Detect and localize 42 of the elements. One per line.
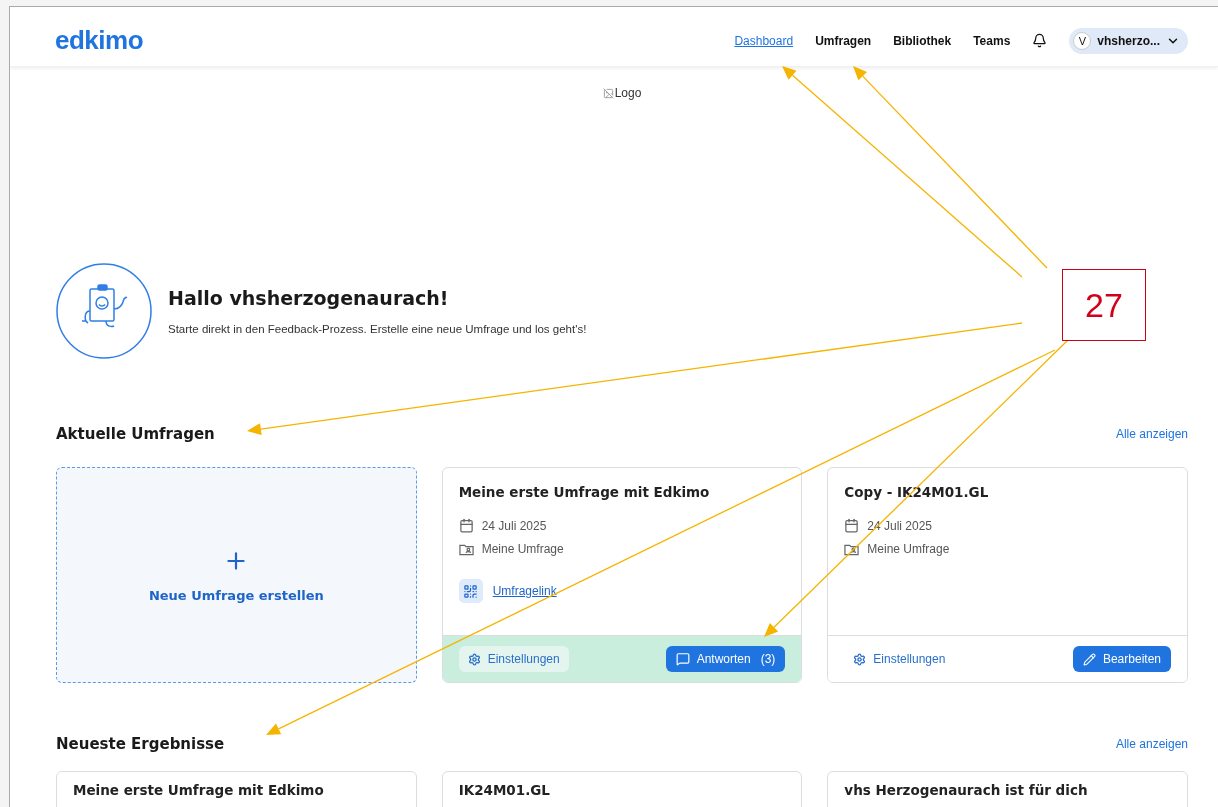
avatar: V [1073, 31, 1092, 50]
calendar-icon [458, 518, 474, 533]
image-alt-text: Logo [614, 86, 642, 100]
pencil-icon [1082, 652, 1096, 666]
folder-name: Meine Umfrage [867, 542, 950, 556]
settings-button[interactable]: Einstellungen [844, 646, 955, 672]
show-all-link[interactable]: Alle anzeigen [1115, 737, 1188, 751]
new-survey-card[interactable]: Neue Umfrage erstellen [56, 467, 417, 683]
folder-icon [458, 542, 474, 556]
broken-image-icon [602, 87, 614, 99]
result-title: Meine erste Umfrage mit Edkimo [73, 782, 325, 798]
survey-date: 24 Juli 2025 [481, 518, 547, 533]
result-card[interactable]: vhs Herzogenaurach ist für dich [827, 771, 1188, 807]
settings-button[interactable]: Einstellungen [458, 646, 569, 672]
greeting-heading: Hallo vhsherzogenaurach! [168, 287, 450, 309]
nav-link[interactable]: Teams [973, 33, 1011, 48]
bell-icon[interactable] [1032, 33, 1048, 48]
user-menu[interactable]: V vhsherzo... [1069, 27, 1188, 54]
section-heading: Neueste Ergebnisse [56, 735, 225, 753]
result-title: vhs Herzogenaurach ist für dich [844, 782, 1089, 798]
survey-title: Meine erste Umfrage mit Edkimo [458, 484, 711, 500]
show-all-link[interactable]: Alle anzeigen [1115, 427, 1188, 441]
message-icon [675, 652, 690, 666]
survey-link[interactable]: Umfragelink [492, 584, 557, 598]
result-title: IK24M01.GL [458, 782, 551, 798]
logo[interactable]: edkimo [55, 25, 144, 56]
nav-link[interactable]: Dashboard [734, 33, 794, 48]
section-heading: Aktuelle Umfragen [56, 425, 215, 443]
nav-link[interactable]: Bibliothek [893, 33, 952, 48]
qr-code-icon [458, 579, 483, 603]
nav-link[interactable]: Umfragen [815, 33, 872, 48]
calendar-icon [844, 518, 860, 533]
folder-icon [844, 542, 860, 556]
intro-text: Starte direkt in den Feedback-Prozess. Erstelle eine neue Umfrage und los geht's! [168, 323, 587, 335]
responses-button[interactable]: Antworten (3) [665, 646, 786, 672]
result-card[interactable]: Meine erste Umfrage mit Edkimo [56, 771, 417, 807]
result-card[interactable]: IK24M01.GL [441, 771, 803, 807]
folder-name: Meine Umfrage [481, 542, 564, 556]
annotation-number: 27 [1062, 269, 1146, 341]
settings-icon [853, 652, 867, 666]
edit-button[interactable]: Bearbeiten [1072, 646, 1171, 672]
settings-icon [467, 652, 481, 666]
